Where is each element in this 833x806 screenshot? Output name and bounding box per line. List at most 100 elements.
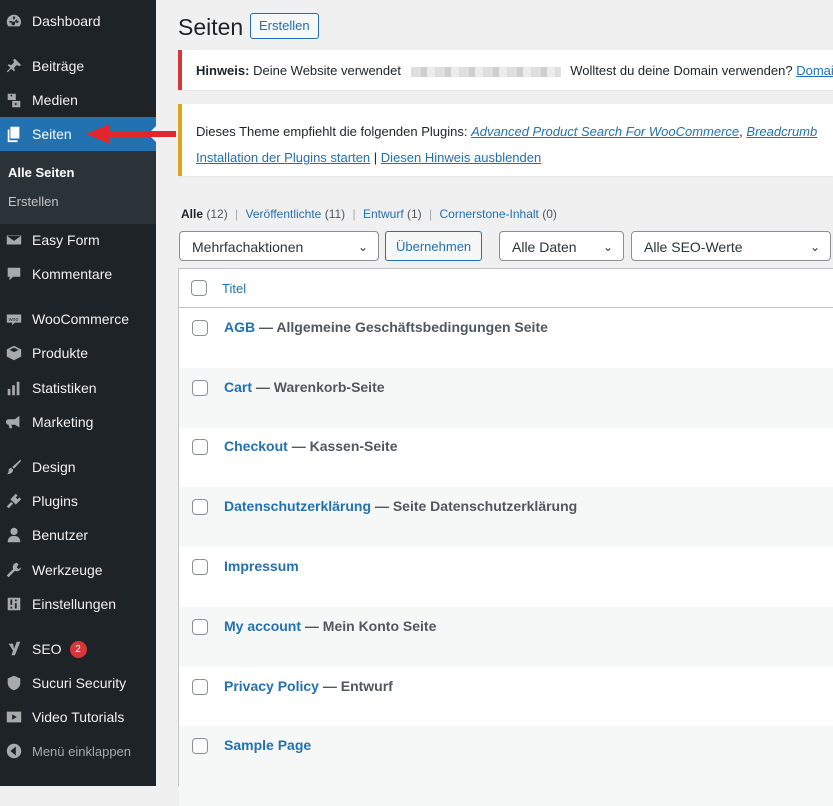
domain-notice: Hinweis: Deine Website verwendet Wolltes…	[178, 50, 833, 90]
notice-text: Dieses Theme empfiehlt die folgenden Plu…	[196, 124, 468, 139]
page-title-link[interactable]: Datenschutzerklärung	[224, 498, 371, 514]
collapse-menu-button[interactable]: Menü einklappen	[0, 734, 156, 768]
link-divider: |	[373, 150, 378, 165]
filter-count: (12)	[206, 207, 228, 221]
seo-filter-select[interactable]: Alle SEO-Werte ⌄	[631, 231, 831, 261]
row-checkbox[interactable]	[192, 619, 208, 635]
sidebar-item-comments[interactable]: Kommentare	[0, 257, 156, 291]
status-filters: Alle (12) | Veröffentlichte (11) | Entwu…	[181, 207, 557, 221]
sidebar-item-easy-form[interactable]: Easy Form	[0, 223, 156, 257]
page-title: Seiten	[178, 14, 244, 40]
settings-icon	[4, 594, 24, 614]
select-all-checkbox[interactable]	[191, 280, 207, 296]
row-checkbox[interactable]	[192, 559, 208, 575]
sidebar-item-label: Menü einklappen	[32, 743, 132, 759]
bulk-actions-select[interactable]: Mehrfachaktionen ⌄	[179, 231, 379, 261]
sidebar-item-label: SEO	[32, 641, 62, 657]
plugin-link-product-search[interactable]: Advanced Product Search For WooCommerce	[471, 124, 739, 139]
woocommerce-icon: woo	[4, 309, 24, 329]
table-row: Impressum	[179, 547, 833, 607]
sidebar-item-posts[interactable]: Beiträge	[0, 49, 156, 83]
sidebar-item-label: Beiträge	[32, 58, 85, 74]
page-title-link[interactable]: AGB	[224, 319, 255, 335]
sidebar-item-sucuri[interactable]: Sucuri Security	[0, 666, 156, 700]
page-state: — Kassen-Seite	[291, 438, 398, 454]
page-title-link[interactable]: Sample Page	[224, 737, 311, 753]
sidebar-item-label: Video Tutorials	[32, 709, 125, 725]
table-row: Datenschutzerklärung — Seite Datenschutz…	[179, 487, 833, 547]
yoast-icon	[4, 639, 24, 659]
sidebar-item-video-tutorials[interactable]: Video Tutorials	[0, 700, 156, 734]
filter-all[interactable]: Alle	[181, 207, 203, 221]
create-page-button[interactable]: Erstellen	[250, 13, 319, 39]
submenu-create[interactable]: Erstellen	[8, 194, 59, 209]
sidebar-item-design[interactable]: Design	[0, 450, 156, 484]
page-state: — Mein Konto Seite	[304, 618, 437, 634]
notice-question: Wolltest du deine Domain verwenden?	[570, 63, 793, 78]
video-icon	[4, 707, 24, 727]
sidebar-item-tools[interactable]: Werkzeuge	[0, 553, 156, 587]
sidebar-item-marketing[interactable]: Marketing	[0, 405, 156, 439]
sidebar-item-products[interactable]: Produkte	[0, 336, 156, 370]
bulk-actions-value: Mehrfachaktionen	[192, 239, 304, 255]
notice-label: Hinweis:	[196, 63, 250, 78]
plugin-recommendation-notice: Dieses Theme empfiehlt die folgenden Plu…	[178, 104, 833, 176]
sidebar-item-label: Medien	[32, 92, 78, 108]
sidebar-item-settings[interactable]: Einstellungen	[0, 587, 156, 621]
filter-published[interactable]: Veröffentlichte	[246, 207, 322, 221]
sidebar-item-woocommerce[interactable]: woo WooCommerce	[0, 302, 156, 336]
sidebar-item-label: Statistiken	[32, 380, 97, 396]
apply-bulk-button[interactable]: Übernehmen	[385, 231, 483, 261]
page-title-link[interactable]: Cart	[224, 379, 252, 395]
page-title-link[interactable]: Checkout	[224, 438, 288, 454]
sidebar-item-media[interactable]: Medien	[0, 83, 156, 117]
plug-icon	[4, 491, 24, 511]
table-header: Titel	[179, 269, 833, 308]
row-checkbox[interactable]	[192, 380, 208, 396]
sidebar-item-users[interactable]: Benutzer	[0, 518, 156, 552]
sidebar-item-dashboard[interactable]: Dashboard	[0, 4, 156, 38]
row-checkbox[interactable]	[192, 679, 208, 695]
row-checkbox[interactable]	[192, 499, 208, 515]
page-state: — Entwurf	[322, 678, 393, 694]
sidebar-item-label: Benutzer	[32, 527, 89, 543]
submenu-all-pages[interactable]: Alle Seiten	[8, 165, 74, 180]
domain-link[interactable]: Domain	[796, 63, 833, 78]
row-checkbox[interactable]	[192, 439, 208, 455]
page-title-link[interactable]: Impressum	[224, 558, 299, 574]
column-title-header[interactable]: Titel	[222, 281, 246, 296]
page-state: — Warenkorb-Seite	[255, 379, 385, 395]
svg-text:woo: woo	[8, 317, 19, 323]
chevron-down-icon: ⌄	[602, 240, 613, 254]
pages-icon	[4, 124, 24, 144]
sidebar-item-seo[interactable]: SEO 2	[0, 632, 156, 666]
row-checkbox[interactable]	[192, 320, 208, 336]
chevron-down-icon: ⌄	[357, 240, 368, 254]
sidebar-item-plugins[interactable]: Plugins	[0, 484, 156, 518]
sidebar-item-statistics[interactable]: Statistiken	[0, 371, 156, 405]
date-filter-value: Alle Daten	[512, 239, 577, 255]
dismiss-notice-link[interactable]: Diesen Hinweis ausblenden	[381, 150, 541, 165]
dashboard-icon	[4, 11, 24, 31]
sidebar-item-label: Marketing	[32, 414, 94, 430]
filter-count: (11)	[324, 207, 346, 221]
sidebar-item-label: Seiten	[32, 126, 72, 142]
pages-submenu: Alle Seiten Erstellen	[0, 151, 156, 224]
redacted-domain	[410, 66, 561, 77]
page-title-link[interactable]: My account	[224, 618, 301, 634]
sidebar-item-label: Plugins	[32, 493, 78, 509]
pin-icon	[4, 56, 24, 76]
date-filter-select[interactable]: Alle Daten ⌄	[499, 231, 624, 261]
plugin-link-breadcrumb[interactable]: Breadcrumb	[746, 124, 817, 139]
plugin-separator: ,	[739, 124, 743, 139]
notice-text: Deine Website verwendet	[253, 63, 401, 78]
user-icon	[4, 525, 24, 545]
page-title-link[interactable]: Privacy Policy	[224, 678, 319, 694]
page-state: — Allgemeine Geschäftsbedingungen Seite	[259, 319, 548, 335]
filter-cornerstone[interactable]: Cornerstone-Inhalt	[439, 207, 538, 221]
row-checkbox[interactable]	[192, 738, 208, 754]
comment-icon	[4, 264, 24, 284]
install-plugins-link[interactable]: Installation der Plugins starten	[196, 150, 370, 165]
table-row: Checkout — Kassen-Seite	[179, 427, 833, 487]
filter-draft[interactable]: Entwurf	[363, 207, 404, 221]
